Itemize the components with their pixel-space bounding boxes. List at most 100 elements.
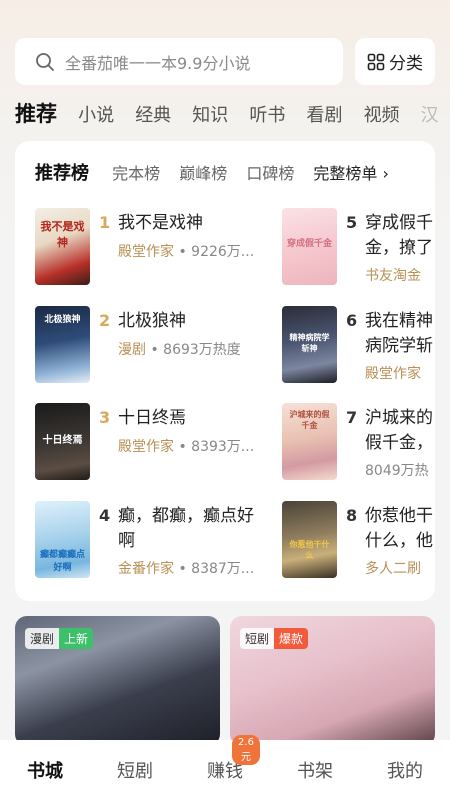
tab-video[interactable]: 视频 [364, 98, 400, 132]
book-title: 我在精神病院学斩神 [365, 311, 433, 356]
rank-item-7[interactable]: 沪城来的假千金 7 沪城来的假千金，拿捏 8049万热 [282, 403, 435, 483]
rank-number: 4 [99, 506, 111, 525]
cover-text: 癫都癫癫点好啊 [39, 550, 85, 573]
book-cover: 北极狼神 [35, 306, 90, 383]
tab-classic[interactable]: 经典 [135, 98, 171, 132]
rank-tab-reputation[interactable]: 口碑榜 [246, 160, 294, 184]
banner-flag: 爆款 [274, 628, 309, 649]
banner-short-drama[interactable]: 短剧 爆款 [230, 616, 435, 746]
nav-earn[interactable]: 赚钱 2.6元 [190, 735, 260, 783]
search-placeholder: 全番茄唯一一本9.9分小说 [65, 53, 251, 73]
book-cover: 十日终焉 [35, 403, 90, 480]
book-heat: 9226万... [191, 244, 255, 260]
rank-number: 7 [346, 408, 358, 427]
bottom-nav: 书城 短剧 赚钱 2.6元 书架 我的 [0, 735, 450, 800]
banner-type: 短剧 [240, 628, 275, 649]
book-cover: 精神病院学斩神 [282, 306, 337, 383]
book-title: 你惹他干什么，他门最弱者 [365, 506, 433, 551]
book-meta: 书友淘金 [365, 265, 435, 285]
book-heat: 8387万... [191, 561, 255, 577]
book-author: 书友淘金 [365, 268, 421, 284]
rank-tab-recommend[interactable]: 推荐榜 [35, 159, 89, 185]
rank-item-6[interactable]: 精神病院学斩神 6 我在精神病院学斩神 殿堂作家 [282, 306, 435, 386]
rank-item-4[interactable]: 癫都癫癫点好啊 4 癫，都癫，癫点好啊 金番作家 • 8387万... [35, 501, 265, 581]
rank-number: 2 [99, 311, 111, 330]
search-bar[interactable]: 全番茄唯一一本9.9分小说 [15, 38, 343, 85]
book-title: 十日终焉 [118, 408, 186, 428]
nav-short-drama[interactable]: 短剧 [100, 757, 170, 783]
book-meta: 殿堂作家 • 8393万... [118, 436, 265, 456]
book-meta: 殿堂作家 • 9226万... [118, 241, 265, 261]
book-cover: 我不是戏神 [35, 208, 90, 285]
rank-item-8[interactable]: 你惹他干什么 8 你惹他干什么，他门最弱者 多人二刷 [282, 501, 435, 581]
book-author: 殿堂作家 [118, 244, 174, 260]
tab-novel[interactable]: 小说 [78, 98, 114, 132]
book-cover: 沪城来的假千金 [282, 403, 337, 480]
cover-text: 你惹他干什么 [289, 540, 330, 560]
meta-separator: • [146, 342, 164, 358]
rank-item-1[interactable]: 我不是戏神 1 我不是戏神 殿堂作家 • 9226万... [35, 208, 265, 288]
search-icon [36, 52, 54, 71]
rank-number: 1 [99, 213, 111, 232]
cover-text: 十日终焉 [42, 435, 83, 446]
book-meta: 8049万热 [365, 460, 435, 480]
book-title: 北极狼神 [118, 311, 186, 331]
book-heat: 8393万... [191, 439, 255, 455]
book-author: 殿堂作家 [365, 366, 421, 382]
nav-bookshelf[interactable]: 书架 [280, 757, 350, 783]
banner-tag: 漫剧 上新 [25, 628, 94, 649]
rank-number: 5 [346, 213, 358, 232]
meta-separator: • [174, 561, 192, 577]
book-meta: 金番作家 • 8387万... [118, 558, 265, 578]
tab-audiobook[interactable]: 听书 [249, 98, 285, 132]
earn-badge: 2.6元 [232, 735, 260, 765]
book-author: 金番作家 [118, 561, 174, 577]
book-cover: 癫都癫癫点好啊 [35, 501, 90, 578]
book-meta: 多人二刷 [365, 558, 435, 578]
tab-drama[interactable]: 看剧 [306, 98, 342, 132]
nav-me[interactable]: 我的 [370, 757, 440, 783]
rank-number: 6 [346, 311, 358, 330]
category-label: 分类 [389, 54, 423, 74]
tab-partial[interactable]: 汉 [421, 98, 439, 132]
cover-text: 精神病院学斩神 [289, 333, 330, 353]
book-author: 殿堂作家 [118, 439, 174, 455]
rank-item-3[interactable]: 十日终焉 3 十日终焉 殿堂作家 • 8393万... [35, 403, 265, 483]
rank-tab-peak[interactable]: 巅峰榜 [179, 160, 227, 184]
book-title: 癫，都癫，癫点好啊 [118, 506, 254, 551]
book-author: 多人二刷 [365, 561, 421, 577]
cover-text: 沪城来的假千金 [289, 410, 330, 430]
banner-type: 漫剧 [25, 628, 60, 649]
cover-text: 我不是戏神 [40, 220, 85, 249]
book-title: 穿成假千金，撩了女友的漂 [365, 213, 433, 258]
book-heat: 8693万热度 [163, 342, 241, 358]
rank-item-2[interactable]: 北极狼神 2 北极狼神 漫剧 • 8693万热度 [35, 306, 265, 386]
tab-knowledge[interactable]: 知识 [192, 98, 228, 132]
grid-icon [367, 53, 385, 70]
full-list-link[interactable]: 完整榜单 › [313, 160, 389, 184]
rank-number: 8 [346, 506, 358, 525]
tab-recommend[interactable]: 推荐 [15, 96, 57, 132]
cover-text: 北极狼神 [44, 315, 81, 325]
book-meta: 殿堂作家 [365, 363, 435, 383]
rank-item-5[interactable]: 穿成假千金 5 穿成假千金，撩了女友的漂 书友淘金 [282, 208, 435, 288]
category-button[interactable]: 分类 [355, 38, 435, 85]
ranking-card: 推荐榜 完本榜 巅峰榜 口碑榜 完整榜单 › 我不是戏神 1 我不是戏神 殿堂作… [15, 141, 435, 601]
book-cover: 穿成假千金 [282, 208, 337, 285]
cover-text: 穿成假千金 [286, 239, 332, 249]
rank-tab-finished[interactable]: 完本榜 [112, 160, 160, 184]
banner-tag: 短剧 爆款 [240, 628, 309, 649]
book-cover: 你惹他干什么 [282, 501, 337, 578]
book-heat: 8049万热 [365, 463, 429, 479]
nav-bookstore[interactable]: 书城 [10, 757, 80, 783]
rank-tabs: 推荐榜 完本榜 巅峰榜 口碑榜 完整榜单 › [35, 159, 403, 185]
banner-comic-drama[interactable]: 漫剧 上新 [15, 616, 220, 746]
book-meta: 漫剧 • 8693万热度 [118, 339, 265, 359]
book-author: 漫剧 [118, 342, 146, 358]
meta-separator: • [174, 439, 192, 455]
book-title: 我不是戏神 [118, 213, 203, 233]
meta-separator: • [174, 244, 192, 260]
top-tabs: 推荐 小说 经典 知识 听书 看剧 视频 汉 [15, 96, 450, 132]
rank-number: 3 [99, 408, 111, 427]
banner-flag: 上新 [59, 628, 94, 649]
